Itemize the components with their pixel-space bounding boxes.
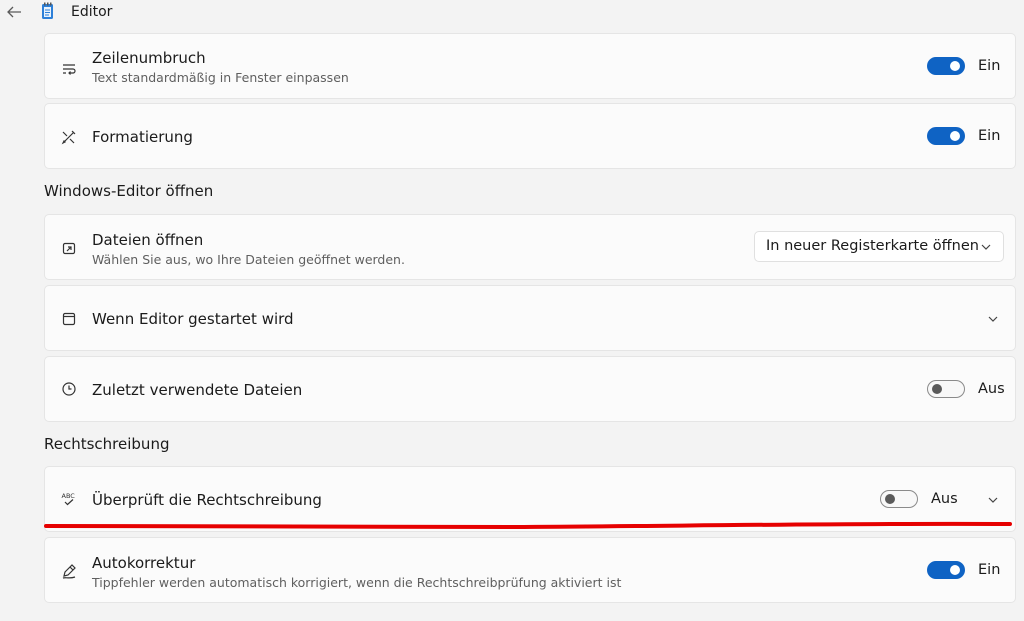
open-files-subtitle: Wählen Sie aus, wo Ihre Dateien geöffnet… [92,252,405,267]
open-files-selected-value: In neuer Registerkarte öffnen [766,238,979,254]
clock-icon [61,381,77,397]
word-wrap-subtitle: Text standardmäßig in Fenster einpassen [92,70,349,85]
open-files-dropdown[interactable]: In neuer Registerkarte öffnen [754,231,1004,262]
formatting-title: Formatierung [92,128,193,146]
text-wrap-icon [61,61,77,77]
title-bar: Editor [0,0,1024,26]
recent-files-state-label: Aus [978,381,1005,397]
autocorrect-title: Autokorrektur [92,554,196,572]
setting-card-open-files: Dateien öffnen Wählen Sie aus, wo Ihre D… [44,214,1016,280]
word-wrap-title: Zeilenumbruch [92,49,206,67]
formatting-toggle[interactable] [927,127,965,145]
setting-card-autocorrect: Autokorrektur Tippfehler werden automati… [44,537,1016,603]
toggle-knob [950,131,960,141]
open-files-title: Dateien öffnen [92,231,204,249]
formatting-state-label: Ein [978,128,1001,144]
autocorrect-subtitle: Tippfehler werden automatisch korrigiert… [92,575,622,590]
setting-card-startup[interactable]: Wenn Editor gestartet wird [44,285,1016,351]
setting-card-word-wrap: Zeilenumbruch Text standardmäßig in Fens… [44,33,1016,99]
red-underline-annotation [44,516,1016,534]
recent-files-toggle[interactable] [927,380,965,398]
setting-card-formatting: Formatierung Ein [44,103,1016,169]
notepad-app-icon [41,2,54,20]
chevron-down-icon[interactable] [988,316,998,322]
chevron-down-icon[interactable] [988,497,998,503]
chevron-down-icon [981,244,991,250]
toggle-knob [932,384,942,394]
window-icon [61,311,77,327]
word-wrap-toggle[interactable] [927,57,965,75]
spellcheck-toggle[interactable] [880,490,918,508]
spellcheck-title: Überprüft die Rechtschreibung [92,491,322,509]
section-heading-open: Windows-Editor öffnen [44,182,214,200]
setting-card-recent-files: Zuletzt verwendete Dateien Aus [44,356,1016,422]
spellcheck-state-label: Aus [931,491,958,507]
autocorrect-state-label: Ein [978,562,1001,578]
autocorrect-toggle[interactable] [927,561,965,579]
toggle-knob [885,494,895,504]
word-wrap-state-label: Ein [978,58,1001,74]
back-arrow-icon[interactable] [6,4,22,18]
edit-tools-icon [61,129,77,145]
spellcheck-icon: ABC [61,491,77,507]
toggle-knob [950,565,960,575]
section-heading-spelling: Rechtschreibung [44,435,170,453]
pen-icon [61,563,77,579]
recent-files-title: Zuletzt verwendete Dateien [92,381,303,399]
window-title: Editor [71,4,113,20]
startup-title: Wenn Editor gestartet wird [92,310,294,328]
svg-text:ABC: ABC [62,492,76,500]
open-file-icon [61,240,77,256]
toggle-knob [950,61,960,71]
